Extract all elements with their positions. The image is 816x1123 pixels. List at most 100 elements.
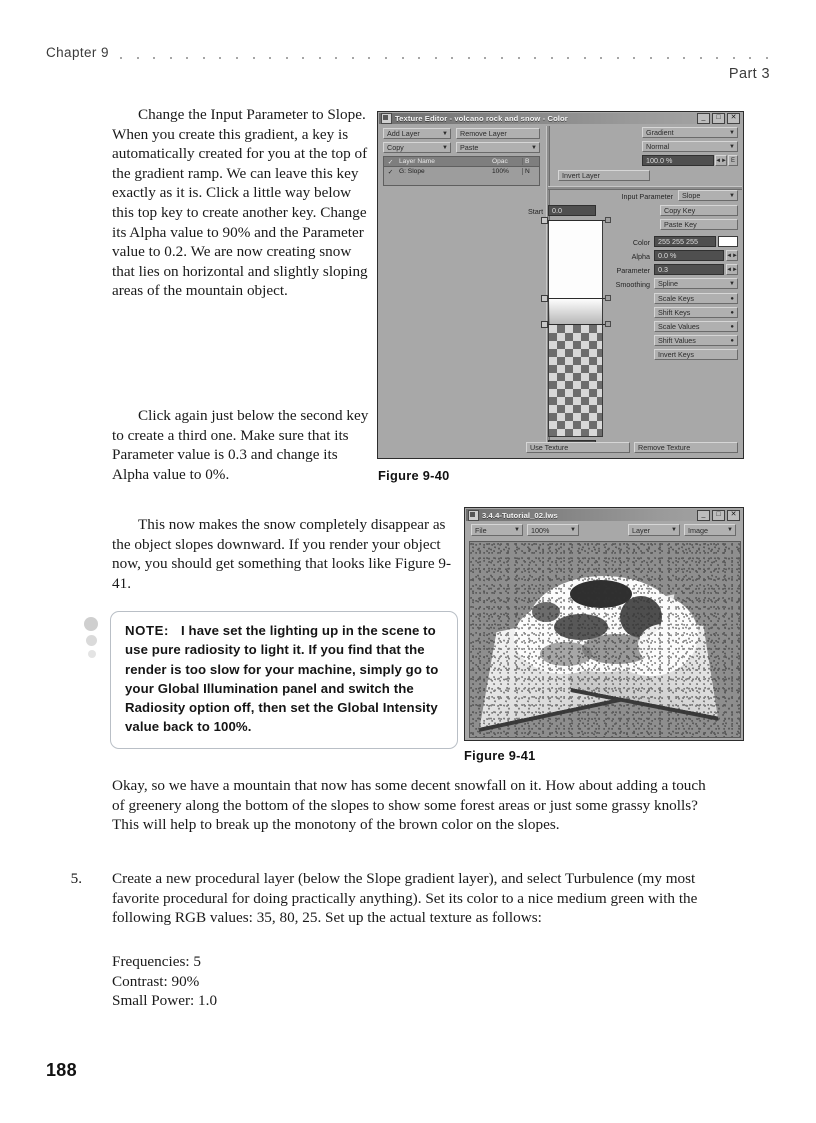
add-layer-dropdown[interactable]: Add Layer ▼ (383, 128, 451, 139)
key-parameter-stepper[interactable]: ◄► (726, 264, 738, 275)
rock-patch-5 (540, 642, 592, 666)
chevron-down-icon: ▼ (727, 527, 733, 533)
key-smoothing-label: Smoothing (615, 280, 650, 289)
copy-key-label: Copy Key (664, 206, 696, 215)
file-menu-dropdown[interactable]: File ▼ (471, 524, 523, 536)
note-callout: NOTE: I have set the lighting up in the s… (110, 611, 458, 749)
layer-list[interactable]: ✓ Layer Name Opac B ✓ G: Slope 100% N (383, 156, 540, 186)
chevron-down-icon: ▼ (442, 130, 448, 137)
figure-9-40-caption: Figure 9-40 (378, 468, 450, 483)
figure-9-41-caption: Figure 9-41 (464, 748, 536, 763)
key-color-field[interactable]: 255 255 255 (654, 236, 716, 247)
input-parameter-dropdown[interactable]: Slope ▼ (678, 190, 738, 201)
key-smoothing-dropdown[interactable]: Spline ▼ (654, 278, 738, 289)
use-texture-button[interactable]: Use Texture (526, 442, 630, 453)
texture-editor-window[interactable]: Texture Editor - volcano rock and snow -… (377, 111, 744, 459)
input-parameter-label: Input Parameter (621, 192, 673, 201)
render-window-title: 3.4.4-Tutorial_02.lws (482, 510, 558, 520)
key-alpha-stepper[interactable]: ◄► (726, 250, 738, 261)
remove-texture-label: Remove Texture (638, 443, 691, 452)
rock-patch-3 (532, 602, 560, 622)
blending-mode-dropdown[interactable]: Normal ▼ (642, 141, 738, 152)
layer-dropdown-label: Layer (632, 525, 650, 535)
window-app-icon (381, 113, 392, 124)
window-controls[interactable]: _ □ ✕ (697, 113, 742, 124)
bullet-icon: ● (730, 295, 734, 302)
note-body: I have set the lighting up in the scene … (125, 623, 439, 735)
copy-label: Copy (387, 143, 404, 152)
crater-shadow (570, 580, 632, 608)
key-alpha-label: Alpha (631, 252, 650, 261)
gradient-key-handle-1[interactable] (541, 217, 548, 224)
zoom-value: 100% (531, 525, 550, 535)
file-menu-label: File (475, 525, 487, 535)
chevron-down-icon: ▼ (729, 129, 735, 136)
scale-values-button[interactable]: Scale Values ● (654, 321, 738, 332)
layer-opacity-value: 100.0 % (646, 156, 673, 165)
rendered-image (469, 541, 741, 738)
maximize-icon[interactable]: □ (712, 509, 725, 521)
key-alpha-value: 0.0 % (658, 251, 677, 260)
header-dot-rule (120, 57, 768, 59)
gradient-key-handle-2[interactable] (541, 295, 548, 302)
render-window[interactable]: 3.4.4-Tutorial_02.lws _ □ ✕ File ▼ 100% … (464, 507, 744, 741)
column-layer-name: Layer Name (399, 158, 435, 165)
minimize-icon[interactable]: _ (697, 509, 710, 521)
render-window-titlebar[interactable]: 3.4.4-Tutorial_02.lws _ □ ✕ (466, 509, 742, 521)
layer-opacity-stepper[interactable]: ◄► (715, 155, 727, 166)
add-layer-label: Add Layer (387, 129, 420, 138)
key-alpha-field[interactable]: 0.0 % (654, 250, 724, 261)
paste-dropdown[interactable]: Paste ▼ (456, 142, 540, 153)
paragraph-2: Click again just below the second key to… (112, 407, 369, 483)
invert-layer-button[interactable]: Invert Layer (558, 170, 650, 181)
gradient-key-tick-2[interactable] (605, 295, 611, 301)
spec-item: Small Power: 1.0 (112, 992, 218, 1010)
remove-texture-button[interactable]: Remove Texture (634, 442, 738, 453)
layer-dropdown[interactable]: Layer ▼ (628, 524, 680, 536)
key-color-swatch[interactable] (718, 236, 738, 247)
scale-values-label: Scale Values (658, 322, 700, 331)
step-number: 5. (70, 870, 82, 887)
shift-keys-button[interactable]: Shift Keys ● (654, 307, 738, 318)
copy-key-button[interactable]: Copy Key (660, 205, 738, 216)
gradient-start-field[interactable]: 0.0 (548, 205, 596, 216)
use-texture-label: Use Texture (530, 443, 569, 452)
remove-layer-button[interactable]: Remove Layer (456, 128, 540, 139)
copy-dropdown[interactable]: Copy ▼ (383, 142, 451, 153)
bullet-icon: ● (730, 337, 734, 344)
key-parameter-field[interactable]: 0.3 (654, 264, 724, 275)
paste-key-button[interactable]: Paste Key (660, 219, 738, 230)
close-icon[interactable]: ✕ (727, 509, 740, 521)
texture-editor-titlebar[interactable]: Texture Editor - volcano rock and snow -… (379, 113, 742, 124)
column-blend: B (522, 158, 539, 165)
paste-key-label: Paste Key (664, 220, 697, 229)
maximize-icon[interactable]: □ (712, 113, 725, 124)
scale-keys-button[interactable]: Scale Keys ● (654, 293, 738, 304)
snow-slope-right (638, 624, 688, 666)
zoom-dropdown[interactable]: 100% ▼ (527, 524, 579, 536)
minimize-icon[interactable]: _ (697, 113, 710, 124)
layer-type-dropdown[interactable]: Gradient ▼ (642, 127, 738, 138)
key-smoothing-value: Spline (658, 279, 678, 288)
column-opacity: Opac (492, 158, 508, 165)
layer-list-row[interactable]: ✓ G: Slope 100% N (384, 167, 539, 176)
bullet-icon: ● (730, 323, 734, 330)
layer-opacity-field[interactable]: 100.0 % (642, 155, 714, 166)
close-icon[interactable]: ✕ (727, 113, 740, 124)
layer-visible-checkbox[interactable]: ✓ (384, 168, 397, 176)
render-window-toolbar[interactable]: File ▼ 100% ▼ Layer ▼ Image ▼ (466, 523, 742, 537)
layer-opacity-envelope-button[interactable]: E (728, 155, 738, 166)
page-number: 188 (46, 1060, 77, 1080)
shift-values-button[interactable]: Shift Values ● (654, 335, 738, 346)
invert-layer-label: Invert Layer (562, 171, 600, 180)
key-parameter-label: Parameter (616, 266, 650, 275)
running-head: Chapter 9 Part 3 (0, 0, 816, 100)
chevron-down-icon: ▼ (442, 144, 448, 151)
window-controls[interactable]: _ □ ✕ (697, 509, 742, 521)
ramp-fade-band (549, 299, 602, 325)
gradient-key-tick-1[interactable] (605, 217, 611, 223)
image-dropdown[interactable]: Image ▼ (684, 524, 736, 536)
invert-keys-button[interactable]: Invert Keys (654, 349, 738, 360)
gradient-key-tick-3[interactable] (605, 321, 611, 327)
gradient-key-handle-3[interactable] (541, 321, 548, 328)
